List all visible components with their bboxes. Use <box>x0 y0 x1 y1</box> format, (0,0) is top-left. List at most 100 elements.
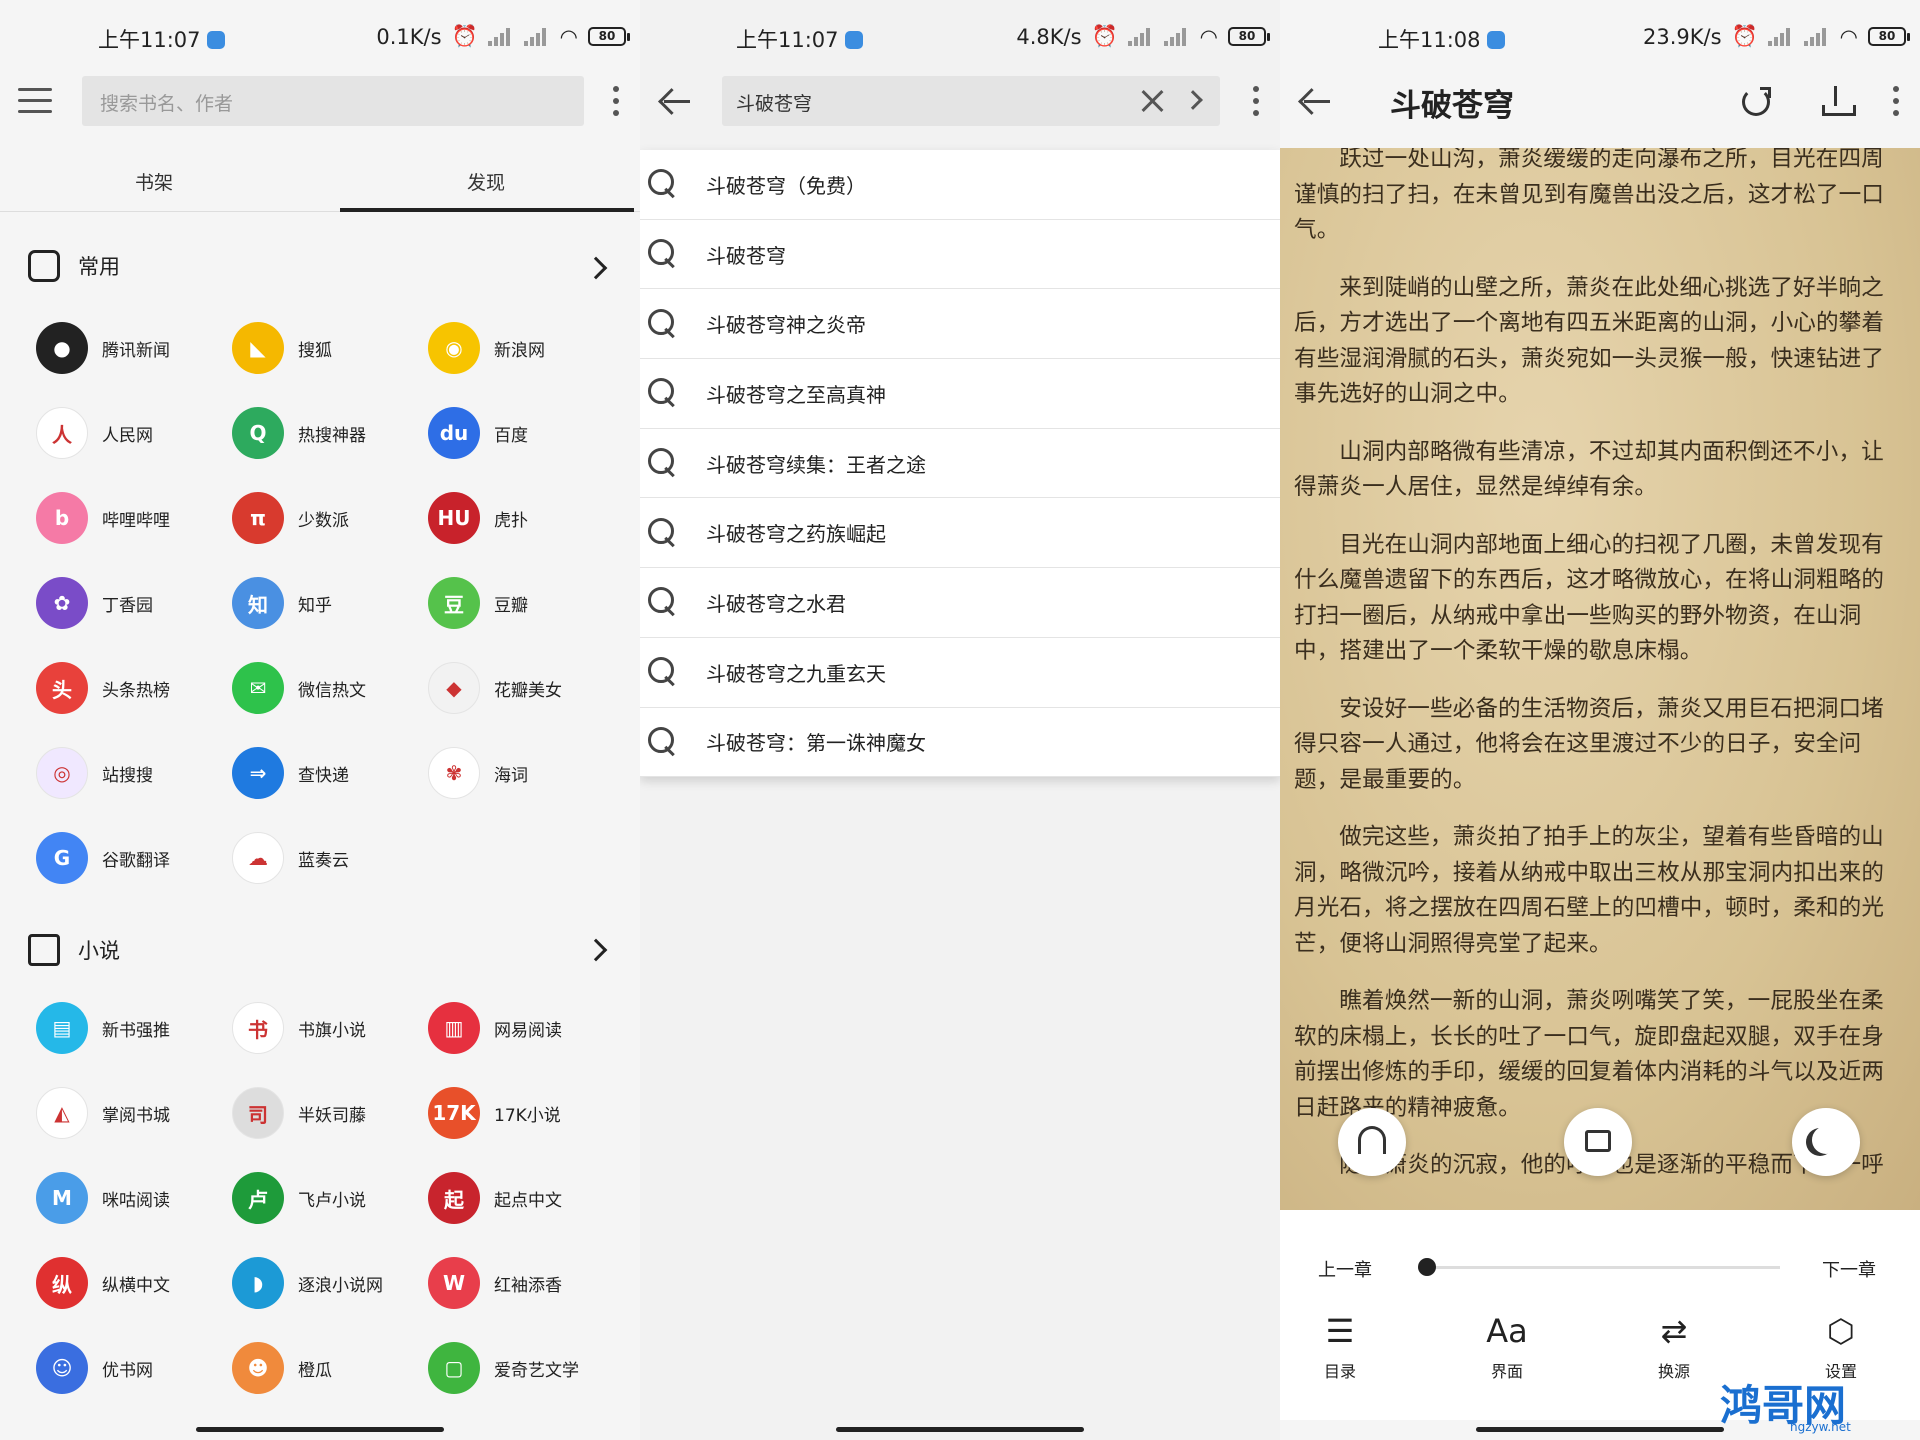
search-icon <box>648 169 678 199</box>
submit-search-icon[interactable] <box>1183 90 1203 110</box>
source-item[interactable]: ⇒ 查快递 <box>232 745 428 801</box>
source-item[interactable]: ▤ 新书强推 <box>36 1000 232 1056</box>
more-options-icon[interactable] <box>1892 86 1900 120</box>
tool-font[interactable]: Aa 界面 <box>1462 1310 1552 1382</box>
source-item[interactable]: Q 热搜神器 <box>232 405 428 461</box>
source-item[interactable]: W 红袖添香 <box>428 1255 624 1311</box>
refresh-icon[interactable] <box>1742 87 1771 116</box>
source-item[interactable]: ◆ 花瓣美女 <box>428 660 624 716</box>
source-item[interactable]: 人人民网 <box>36 405 232 461</box>
source-item[interactable]: 卢飞卢小说 <box>232 1170 428 1226</box>
suggestion-item[interactable]: 斗破苍穹续集：王者之途 <box>640 429 1280 499</box>
source-logo-icon: ◉ <box>428 322 480 374</box>
auto-page-button[interactable] <box>1564 1108 1632 1176</box>
source-item[interactable]: ☁ 蓝奏云 <box>232 830 428 886</box>
source-item[interactable]: ● 腾讯新闻 <box>36 320 232 376</box>
source-item[interactable]: π 少数派 <box>232 490 428 546</box>
suggestion-item[interactable]: 斗破苍穹神之炎帝 <box>640 289 1280 360</box>
source-logo-icon: ◆ <box>428 662 480 714</box>
source-item[interactable]: 司半妖司藤 <box>232 1085 428 1141</box>
suggestion-item[interactable]: 斗破苍穹：第一诛神魔女 <box>640 708 1280 778</box>
suggestion-item[interactable]: 斗破苍穹之九重玄天 <box>640 638 1280 708</box>
suggestion-item[interactable]: 斗破苍穹 <box>640 220 1280 290</box>
back-arrow-icon[interactable] <box>1300 86 1330 116</box>
source-item[interactable]: 17K 17K小说 <box>428 1085 624 1141</box>
listen-button[interactable] <box>1338 1108 1406 1176</box>
source-logo-icon: 知 <box>232 577 284 629</box>
source-item[interactable]: 头头条热榜 <box>36 660 232 716</box>
source-item[interactable]: ▥ 网易阅读 <box>428 1000 624 1056</box>
source-item[interactable]: 书书旗小说 <box>232 1000 428 1056</box>
source-item[interactable]: ☺ 优书网 <box>36 1340 232 1396</box>
source-label: 微信热文 <box>298 680 366 701</box>
chevron-right-icon[interactable] <box>584 256 608 280</box>
more-options-icon[interactable] <box>1252 86 1260 120</box>
suggestion-item[interactable]: 斗破苍穹之水君 <box>640 568 1280 638</box>
suggestion-item[interactable]: 斗破苍穹之药族崛起 <box>640 498 1280 569</box>
search-input[interactable]: 斗破苍穹 <box>722 76 1220 126</box>
menu-icon[interactable] <box>18 88 52 114</box>
status-bar: 上午11:07 0.1K/s ⏰ ◠ 80 <box>0 0 640 74</box>
section-header-common[interactable]: 常用 <box>28 250 120 282</box>
source-item[interactable]: ◉ 新浪网 <box>428 320 624 376</box>
source-item[interactable]: b 哔哩哔哩 <box>36 490 232 546</box>
reading-page[interactable]: 跃过一处山沟，萧炎缓缓的走向瀑布之所，目光在四周谨慎的扫了扫，在未曾见到有魔兽出… <box>1280 148 1920 1210</box>
suggestion-item[interactable]: 斗破苍穹之至高真神 <box>640 359 1280 429</box>
source-item[interactable]: ☻ 橙瓜 <box>232 1340 428 1396</box>
network-speed: 0.1K/s <box>376 24 442 49</box>
source-label: 飞卢小说 <box>298 1190 366 1211</box>
source-item[interactable]: 起起点中文 <box>428 1170 624 1226</box>
source-item[interactable]: ◭ 掌阅书城 <box>36 1085 232 1141</box>
tab-bookshelf[interactable]: 书架 <box>135 168 173 195</box>
section-title: 小说 <box>78 939 120 963</box>
source-item[interactable]: du 百度 <box>428 405 624 461</box>
next-chapter-button[interactable]: 下一章 <box>1822 1256 1876 1282</box>
source-item[interactable]: HU 虎扑 <box>428 490 624 546</box>
source-item[interactable]: ▢ 爱奇艺文学 <box>428 1340 624 1396</box>
source-item[interactable]: ✿ 丁香园 <box>36 575 232 631</box>
source-label: 起点中文 <box>494 1190 562 1211</box>
source-label: 搜狐 <box>298 340 332 361</box>
tool-shuffle[interactable]: ⇄ 换源 <box>1629 1310 1719 1382</box>
source-item[interactable]: 纵纵横中文 <box>36 1255 232 1311</box>
source-label: 虎扑 <box>494 510 528 531</box>
source-logo-icon: ◗ <box>232 1257 284 1309</box>
source-item[interactable]: ✾ 海词 <box>428 745 624 801</box>
source-label: 人民网 <box>102 425 153 446</box>
source-item[interactable]: 豆豆瓣 <box>428 575 624 631</box>
paragraph: 山洞内部略微有些清凉，不过却其内面积倒还不小，让得萧炎一人居住，显然是绰绰有余。 <box>1294 438 1884 501</box>
more-options-icon[interactable] <box>612 86 620 120</box>
source-item[interactable]: 知知乎 <box>232 575 428 631</box>
source-logo-icon: 书 <box>232 1002 284 1054</box>
source-item[interactable]: ◎ 站搜搜 <box>36 745 232 801</box>
source-item[interactable]: ✉ 微信热文 <box>232 660 428 716</box>
source-label: 纵横中文 <box>102 1275 170 1296</box>
source-item[interactable]: G 谷歌翻译 <box>36 830 232 886</box>
download-icon[interactable] <box>1822 86 1856 116</box>
tab-discover[interactable]: 发现 <box>467 168 505 195</box>
prev-chapter-button[interactable]: 上一章 <box>1318 1256 1372 1282</box>
tool-list[interactable]: ☰ 目录 <box>1295 1310 1385 1382</box>
suggestion-item[interactable]: 斗破苍穹（免费） <box>640 150 1280 220</box>
chapter-progress-slider[interactable] <box>1418 1258 1780 1276</box>
font-icon: Aa <box>1486 1312 1528 1350</box>
discover-screen: 上午11:07 0.1K/s ⏰ ◠ 80 搜索书名、作者 书架 发现 常用 ●… <box>0 0 640 1440</box>
status-bar: 上午11:08 23.9K/s ⏰ ◠ 80 <box>1280 0 1920 74</box>
search-input[interactable]: 搜索书名、作者 <box>82 76 584 126</box>
source-item[interactable]: M 咪咕阅读 <box>36 1170 232 1226</box>
source-item[interactable]: ◣ 搜狐 <box>232 320 428 376</box>
source-label: 优书网 <box>102 1360 153 1381</box>
source-logo-icon: 17K <box>428 1087 480 1139</box>
wifi-icon: ◠ <box>1839 24 1858 49</box>
section-header-novel[interactable]: 小说 <box>28 934 120 966</box>
clear-icon[interactable] <box>1140 89 1164 113</box>
battery-icon: 80 <box>1868 27 1910 46</box>
source-logo-icon: HU <box>428 492 480 544</box>
back-arrow-icon[interactable] <box>660 86 690 116</box>
night-mode-button[interactable] <box>1792 1108 1860 1176</box>
chevron-right-icon[interactable] <box>584 938 608 962</box>
source-label: 新浪网 <box>494 340 545 361</box>
chapter-text: 跃过一处山沟，萧炎缓缓的走向瀑布之所，目光在四周谨慎的扫了扫，在未曾见到有魔兽出… <box>1280 148 1920 1184</box>
source-item[interactable]: ◗ 逐浪小说网 <box>232 1255 428 1311</box>
slider-knob[interactable] <box>1418 1258 1436 1276</box>
